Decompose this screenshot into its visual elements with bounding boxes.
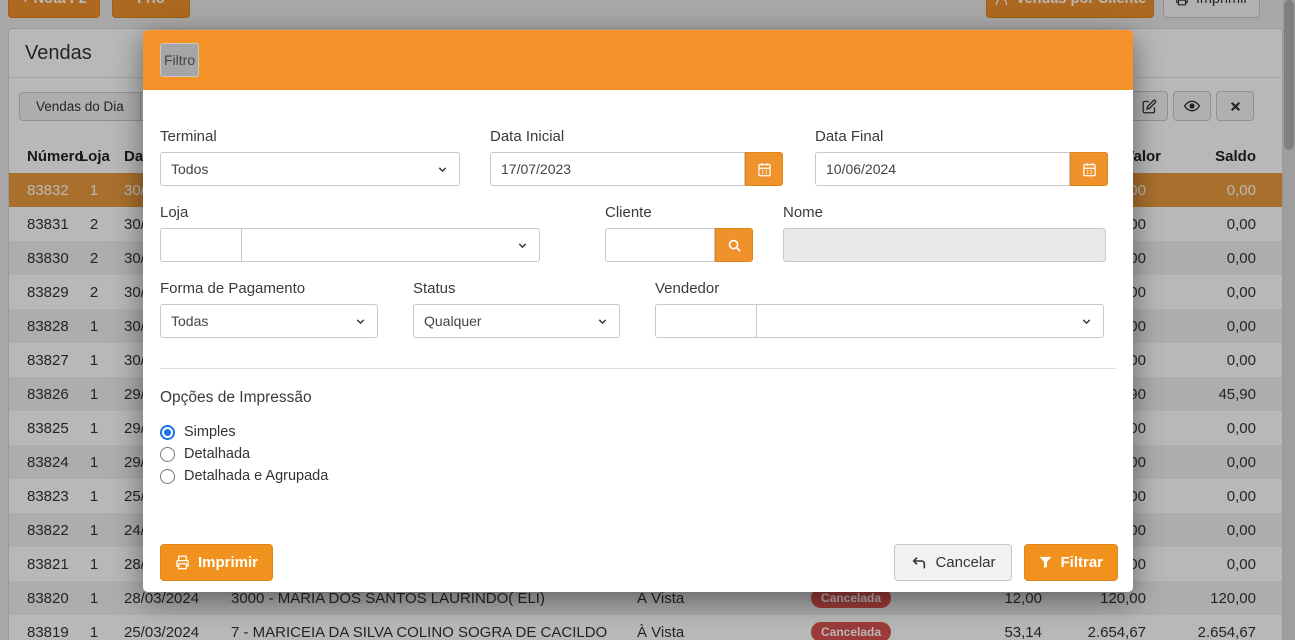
chevron-down-icon [516,239,529,252]
radio-simples[interactable]: Simples [160,421,1116,443]
forma-pagamento-value: Todas [171,313,208,329]
loja-select[interactable] [242,228,540,262]
chevron-down-icon [596,315,609,328]
printer-icon [175,555,190,570]
cliente-input[interactable] [616,237,704,253]
filtrar-label: Filtrar [1060,554,1103,571]
imprimir-button[interactable]: Imprimir [160,544,273,581]
modal-title: Filtro [160,43,199,77]
vendedor-code-input-wrap [655,304,757,338]
vendedor-select[interactable] [757,304,1104,338]
cliente-label: Cliente [605,204,753,221]
forma-pagamento-label: Forma de Pagamento [160,280,378,297]
imprimir-label: Imprimir [198,554,258,571]
status-label: Status [413,280,620,297]
chevron-down-icon [354,315,367,328]
cancelar-label: Cancelar [935,554,995,571]
data-final-label: Data Final [815,128,1108,145]
calendar-icon [757,162,772,177]
reply-icon [911,555,927,571]
data-inicial-label: Data Inicial [490,128,783,145]
loja-label: Loja [160,204,540,221]
status-value: Qualquer [424,313,482,329]
radio-detalhada-label: Detalhada [184,446,250,462]
chevron-down-icon [1080,315,1093,328]
radio-detalhada-agrupada[interactable]: Detalhada e Agrupada [160,465,1116,487]
radio-detalhada-agrupada-label: Detalhada e Agrupada [184,468,328,484]
data-inicial-input-wrap [490,152,745,186]
cancelar-button[interactable]: Cancelar [894,544,1012,581]
chevron-down-icon [436,163,449,176]
section-divider [160,368,1116,369]
forma-pagamento-select[interactable]: Todas [160,304,378,338]
terminal-select[interactable]: Todos [160,152,460,186]
data-final-input-wrap [815,152,1070,186]
radio-detalhada[interactable]: Detalhada [160,443,1116,465]
terminal-value: Todos [171,161,208,177]
filtrar-button[interactable]: Filtrar [1024,544,1118,581]
calendar-icon [1082,162,1097,177]
loja-code-input-wrap [160,228,242,262]
data-final-calendar-button[interactable] [1070,152,1108,186]
status-select[interactable]: Qualquer [413,304,620,338]
filtro-modal: Filtro Terminal Todos Data Inicial [143,30,1133,592]
vendedor-label: Vendedor [655,280,1104,297]
print-options-group: Simples Detalhada Detalhada e Agrupada [160,421,1116,487]
data-final-input[interactable] [826,161,1059,177]
cliente-input-wrap [605,228,715,262]
modal-header: Filtro [143,30,1133,90]
filter-icon [1039,556,1052,569]
data-inicial-calendar-button[interactable] [745,152,783,186]
nome-field-disabled [783,228,1106,262]
data-inicial-input[interactable] [501,161,734,177]
print-options-title: Opções de Impressão [160,389,1116,407]
nome-label: Nome [783,204,1106,221]
vendedor-code-input[interactable] [666,313,746,329]
radio-icon [160,425,175,440]
search-icon [727,238,742,253]
cliente-search-button[interactable] [715,228,753,262]
loja-code-input[interactable] [171,237,231,253]
radio-simples-label: Simples [184,424,236,440]
radio-icon [160,469,175,484]
radio-icon [160,447,175,462]
terminal-label: Terminal [160,128,460,145]
